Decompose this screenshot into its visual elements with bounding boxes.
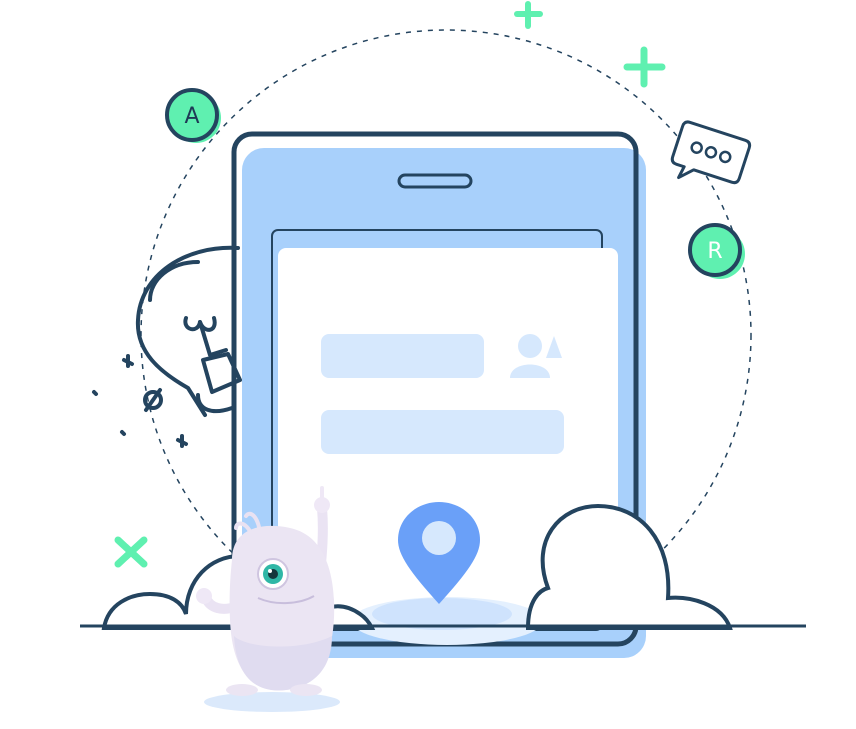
badge-r-label: R (707, 239, 722, 264)
illustration-scene: A R (80, 1, 806, 712)
chat-bubble-icon (670, 120, 752, 185)
lightbulb-icon (92, 245, 242, 448)
cloud-right (525, 503, 733, 630)
screen-field-long (321, 410, 564, 454)
cross-icon (114, 536, 148, 568)
badge-a: A (165, 88, 221, 143)
badge-r: R (688, 223, 745, 279)
plus-icon (514, 1, 543, 29)
badge-a-label: A (184, 104, 199, 129)
plus-icon (623, 46, 666, 88)
screen-field-short (321, 334, 484, 378)
